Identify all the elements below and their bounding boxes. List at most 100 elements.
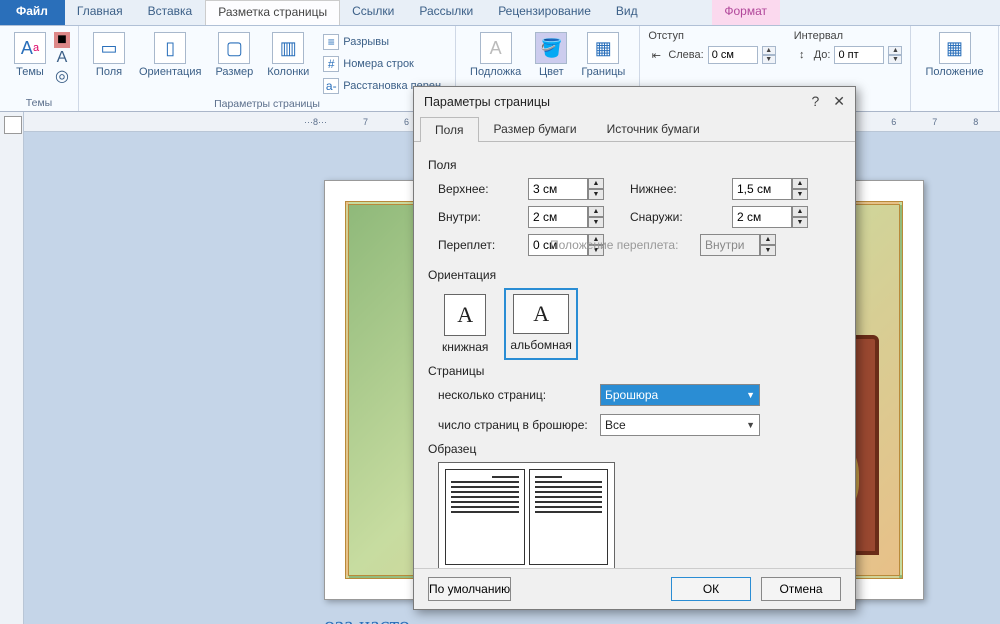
columns-icon: ▥	[272, 32, 304, 64]
chevron-down-icon: ▼	[746, 390, 755, 400]
dialog-title: Параметры страницы	[424, 95, 550, 109]
gutter-label: Переплет:	[438, 238, 516, 252]
spin-up[interactable]: ▲	[792, 178, 808, 189]
margin-bottom-input[interactable]	[732, 178, 792, 200]
indent-heading: Отступ	[648, 30, 775, 42]
tab-mailings[interactable]: Рассылки	[407, 0, 486, 25]
tab-format[interactable]: Формат	[712, 0, 780, 25]
dialog-tab-source[interactable]: Источник бумаги	[592, 116, 715, 141]
section-pages: Страницы	[428, 364, 841, 378]
tab-insert[interactable]: Вставка	[136, 0, 206, 25]
sheets-combo[interactable]: Все▼	[600, 414, 760, 436]
theme-colors-icon[interactable]: ■	[54, 32, 70, 48]
spin-down[interactable]: ▼	[762, 55, 776, 64]
ribbon-group-page-setup: ▭Поля ▯Ориентация ▢Размер ▥Колонки ≡Разр…	[79, 26, 456, 111]
dialog-body: Поля Верхнее: ▲▼ Нижнее: ▲▼ Внутри: ▲▼ С…	[414, 142, 855, 568]
margin-bottom-label: Нижнее:	[630, 182, 720, 196]
section-margins: Поля	[428, 158, 841, 172]
tab-file[interactable]: Файл	[0, 0, 65, 25]
preview-right-page	[529, 469, 609, 565]
margin-outside-label: Снаружи:	[630, 210, 720, 224]
vertical-ruler	[0, 112, 24, 624]
spin-up[interactable]: ▲	[888, 46, 902, 55]
spacing-before-label: До:	[814, 49, 831, 61]
default-button[interactable]: По умолчанию	[428, 577, 511, 601]
spin-up[interactable]: ▲	[762, 46, 776, 55]
tab-home[interactable]: Главная	[65, 0, 136, 25]
orientation-button[interactable]: ▯Ориентация	[133, 30, 207, 80]
spin-down[interactable]: ▼	[588, 189, 604, 200]
multi-pages-label: несколько страниц:	[438, 388, 588, 402]
line-numbers-icon: #	[323, 56, 339, 72]
preview-left-page	[445, 469, 525, 565]
tab-page-layout[interactable]: Разметка страницы	[205, 0, 340, 25]
watermark-button[interactable]: AПодложка	[464, 30, 527, 80]
watermark-icon: A	[480, 32, 512, 64]
themes-label: Темы	[16, 66, 44, 78]
tab-references[interactable]: Ссылки	[340, 0, 407, 25]
page-borders-button[interactable]: ▦Границы	[575, 30, 631, 80]
margins-button[interactable]: ▭Поля	[87, 30, 131, 80]
columns-button[interactable]: ▥Колонки	[261, 30, 315, 80]
page-color-button[interactable]: 🪣Цвет	[529, 30, 573, 80]
spacing-before-input[interactable]	[834, 46, 884, 64]
breaks-icon: ≡	[323, 34, 339, 50]
sheets-label: число страниц в брошюре:	[438, 418, 588, 432]
spin-down[interactable]: ▼	[792, 217, 808, 228]
indent-left-input[interactable]	[708, 46, 758, 64]
portrait-icon: A	[444, 294, 486, 336]
page-color-icon: 🪣	[535, 32, 567, 64]
tab-selector[interactable]	[4, 116, 22, 134]
dialog-tab-paper[interactable]: Размер бумаги	[479, 116, 592, 141]
close-icon[interactable]: ✕	[833, 93, 845, 110]
multi-pages-combo[interactable]: Брошюра▼	[600, 384, 760, 406]
section-orientation: Ориентация	[428, 268, 841, 282]
margin-top-label: Верхнее:	[438, 182, 516, 196]
position-button[interactable]: ▦Положение	[919, 30, 989, 80]
indent-left-icon: ⇤	[648, 47, 664, 63]
dialog-tabs: Поля Размер бумаги Источник бумаги	[414, 116, 855, 142]
spin-down[interactable]: ▼	[588, 217, 604, 228]
ok-button[interactable]: ОК	[671, 577, 751, 601]
spin-up: ▲	[760, 234, 776, 245]
preview-box	[438, 462, 615, 568]
size-button[interactable]: ▢Размер	[209, 30, 259, 80]
margin-top-input[interactable]	[528, 178, 588, 200]
orientation-landscape[interactable]: A альбомная	[506, 290, 576, 358]
line-numbers-button[interactable]: #Номера строк	[319, 54, 445, 74]
themes-icon: Aa	[14, 32, 46, 64]
tab-view[interactable]: Вид	[604, 0, 651, 25]
dialog-titlebar: Параметры страницы ? ✕	[414, 87, 855, 116]
orientation-portrait[interactable]: A книжная	[438, 290, 492, 358]
theme-fonts-icon[interactable]: A	[54, 50, 70, 66]
themes-button[interactable]: Aa Темы	[8, 30, 52, 80]
ribbon-group-themes: Aa Темы ■ A ◎ Темы	[0, 26, 79, 111]
margin-inside-input[interactable]	[528, 206, 588, 228]
breaks-button[interactable]: ≡Разрывы	[319, 32, 445, 52]
spin-down: ▼	[760, 245, 776, 256]
indent-left-label: Слева:	[668, 49, 703, 61]
spin-down[interactable]: ▼	[792, 189, 808, 200]
ribbon-group-label: Темы	[26, 97, 52, 109]
theme-effects-icon[interactable]: ◎	[54, 68, 70, 84]
margins-icon: ▭	[93, 32, 125, 64]
spin-up[interactable]: ▲	[792, 206, 808, 217]
dialog-tab-margins[interactable]: Поля	[420, 117, 479, 142]
spin-down[interactable]: ▼	[888, 55, 902, 64]
gutter-pos-label: Положение переплета:	[550, 238, 700, 252]
spin-up[interactable]: ▲	[588, 178, 604, 189]
ribbon-group-arrange: ▦Положение	[911, 26, 998, 111]
main-tabs: Файл Главная Вставка Разметка страницы С…	[0, 0, 1000, 26]
cancel-button[interactable]: Отмена	[761, 577, 841, 601]
margin-inside-label: Внутри:	[438, 210, 516, 224]
help-icon[interactable]: ?	[811, 93, 819, 110]
spin-up[interactable]: ▲	[588, 206, 604, 217]
document-text: оза часто	[324, 612, 410, 624]
spacing-heading: Интервал	[794, 30, 903, 42]
spacing-before-icon: ↕	[794, 47, 810, 63]
tab-review[interactable]: Рецензирование	[486, 0, 604, 25]
section-preview: Образец	[428, 442, 841, 456]
margin-outside-input[interactable]	[732, 206, 792, 228]
orientation-icon: ▯	[154, 32, 186, 64]
chevron-down-icon: ▼	[746, 420, 755, 430]
